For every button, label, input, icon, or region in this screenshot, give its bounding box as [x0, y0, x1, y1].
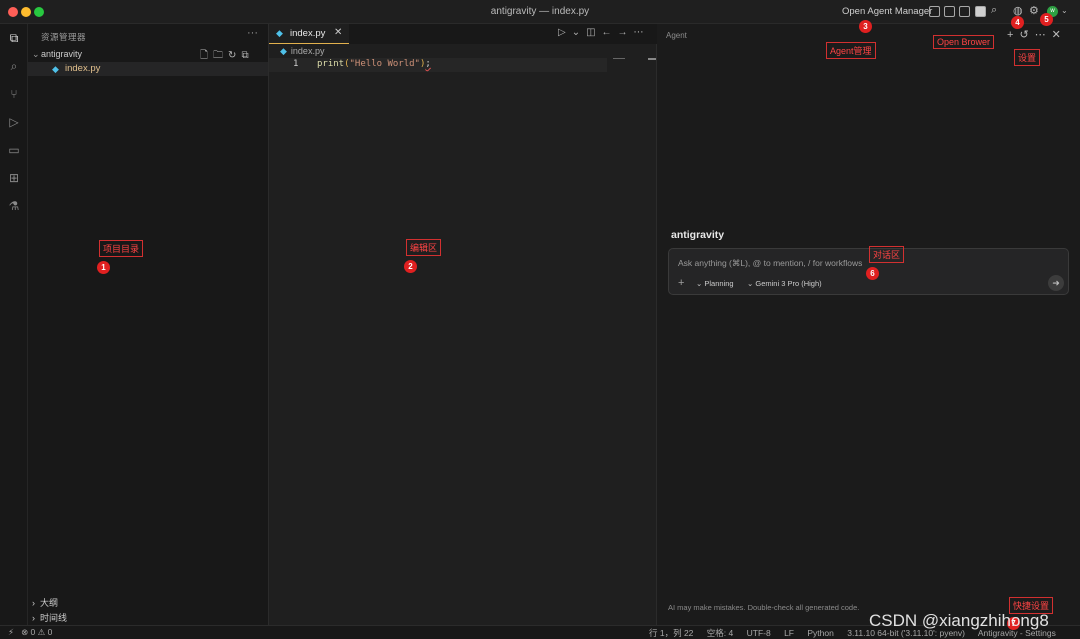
annotation-label-6: 对话区: [869, 246, 905, 263]
chevron-down-icon: ⌄: [32, 49, 40, 59]
search-icon[interactable]: ⌕: [991, 4, 997, 17]
run-icon[interactable]: ▷⌄: [558, 27, 586, 38]
python-file-icon: ◆: [52, 64, 59, 74]
new-file-icon[interactable]: 🗋: [200, 50, 213, 61]
remote-explorer-icon[interactable]: ▭: [7, 143, 21, 157]
agent-disclaimer: AI may make mistakes. Double-check all g…: [668, 603, 860, 612]
agent-toolbar: +↺⋯✕: [1007, 28, 1067, 41]
close-icon[interactable]: ✕: [1052, 29, 1067, 41]
watermark: CSDN @xiangzhihong8: [869, 611, 1049, 630]
editor-area: ◆ index.py ✕ ▷⌄◫←→⋯ ◆ index.py 1 print("H…: [269, 24, 657, 625]
annotation-label-5: 设置: [1014, 49, 1041, 66]
code-string: "Hello World": [349, 59, 420, 69]
toggle-panel-icon[interactable]: [959, 6, 970, 17]
file-item[interactable]: ◆ index.py: [28, 62, 268, 76]
encoding[interactable]: UTF-8: [747, 628, 771, 638]
mode-dropdown[interactable]: ⌄ Planning: [696, 279, 734, 288]
python-file-icon: ◆: [276, 28, 283, 38]
chevron-down-icon[interactable]: ⌄: [1061, 6, 1068, 15]
extensions-icon[interactable]: ⊞: [7, 171, 21, 185]
split-editor-icon[interactable]: ◫: [586, 27, 601, 38]
annotation-label-3: Agent管理: [826, 42, 876, 59]
title-bar: antigravity — index.py Open Agent Manage…: [0, 0, 1080, 24]
minimap[interactable]: [613, 58, 625, 59]
model-dropdown[interactable]: ⌄ Gemini 3 Pro (High): [747, 279, 822, 288]
toggle-agent-panel-icon[interactable]: [975, 6, 986, 17]
toggle-sidebar-icon[interactable]: [944, 6, 955, 17]
history-icon[interactable]: ↺: [1019, 29, 1034, 41]
annotation-label-1: 项目目录: [99, 240, 144, 257]
problems-count: ⊗ 0 ⚠ 0: [21, 627, 53, 637]
code-func: print: [317, 59, 345, 69]
agent-project-name: antigravity: [671, 229, 725, 241]
add-context-icon[interactable]: +: [678, 277, 684, 289]
gear-icon[interactable]: ⚙: [1029, 4, 1039, 17]
layout-icon[interactable]: [929, 6, 940, 17]
tab-label: index.py: [290, 28, 326, 39]
code-line[interactable]: 1 print("Hello World");: [269, 58, 607, 72]
folder-root[interactable]: ⌄antigravity: [32, 49, 82, 60]
annotation-label-4: Open Brower: [933, 35, 995, 49]
scrollbar[interactable]: [648, 58, 656, 60]
indentation[interactable]: 空格: 4: [707, 628, 733, 638]
refresh-icon[interactable]: ↻: [228, 50, 241, 61]
agent-panel: Agent +↺⋯✕ antigravity Ask anything (⌘L)…: [657, 24, 1080, 625]
code-text: print("Hello World");: [317, 59, 431, 69]
annotation-badge-3: 3: [859, 20, 872, 33]
sidebar-more-button[interactable]: ···: [247, 27, 258, 39]
more-icon[interactable]: ⋯: [1035, 29, 1052, 41]
new-folder-icon[interactable]: 🗀: [213, 50, 228, 61]
chat-input[interactable]: Ask anything (⌘L), @ to mention, / for w…: [678, 258, 862, 269]
new-chat-icon[interactable]: +: [1007, 29, 1019, 41]
remote-icon[interactable]: ⚡: [8, 627, 14, 637]
line-number: 1: [293, 59, 299, 69]
outline-section[interactable]: › 大纲: [32, 596, 58, 609]
collapse-all-icon[interactable]: ⧉: [241, 50, 253, 61]
more-icon[interactable]: ⋯: [634, 27, 650, 38]
run-debug-icon[interactable]: ▷: [7, 115, 21, 129]
send-button[interactable]: ➜: [1048, 275, 1064, 291]
back-arrow-icon[interactable]: ←: [602, 27, 618, 38]
model-label: Gemini 3 Pro (High): [755, 279, 822, 288]
mode-label: Planning: [704, 279, 734, 288]
activity-bar: ⧉ ⌕ ⑂ ▷ ▭ ⊞ ⚗: [0, 24, 28, 625]
annotation-badge-1: 1: [97, 261, 110, 274]
outline-label: 大纲: [40, 598, 59, 608]
editor-actions: ▷⌄◫←→⋯: [558, 27, 650, 38]
breadcrumb-file: index.py: [290, 46, 325, 56]
code-semicolon: ;: [425, 59, 431, 69]
source-control-icon[interactable]: ⑂: [7, 87, 21, 101]
tab-bar: ◆ index.py ✕ ▷⌄◫←→⋯: [269, 24, 657, 44]
tab-index-py[interactable]: ◆ index.py ✕: [269, 24, 349, 44]
cursor-position[interactable]: 行 1，列 22: [649, 628, 693, 638]
forward-arrow-icon[interactable]: →: [618, 27, 634, 38]
testing-icon[interactable]: ⚗: [7, 199, 21, 213]
annotation-badge-6: 6: [866, 267, 879, 280]
annotation-badge-2: 2: [404, 260, 417, 273]
sidebar-title: 资源管理器: [41, 32, 87, 42]
problems-status[interactable]: ⚡ ⊗ 0 ⚠ 0: [8, 627, 52, 638]
breadcrumb[interactable]: ◆ index.py: [280, 46, 324, 57]
language-mode[interactable]: Python: [807, 628, 833, 638]
annotation-label-2: 编辑区: [406, 239, 442, 256]
search-icon[interactable]: ⌕: [7, 59, 21, 73]
python-file-icon: ◆: [280, 46, 287, 56]
file-name: index.py: [65, 63, 101, 74]
timeline-section[interactable]: › 时间线: [32, 611, 67, 624]
folder-name: antigravity: [41, 49, 83, 59]
timeline-label: 时间线: [40, 613, 68, 623]
open-agent-manager-button[interactable]: Open Agent Manager: [842, 6, 932, 17]
line-ending[interactable]: LF: [784, 628, 794, 638]
explorer-icon[interactable]: ⧉: [7, 31, 21, 45]
close-icon[interactable]: ✕: [334, 27, 342, 38]
agent-title: Agent: [666, 31, 687, 40]
annotation-badge-5: 5: [1040, 13, 1053, 26]
explorer-sidebar: 资源管理器 ··· ⌄antigravity 🗋🗀↻⧉ ◆ index.py ›…: [28, 24, 269, 625]
annotation-badge-4: 4: [1011, 16, 1024, 29]
